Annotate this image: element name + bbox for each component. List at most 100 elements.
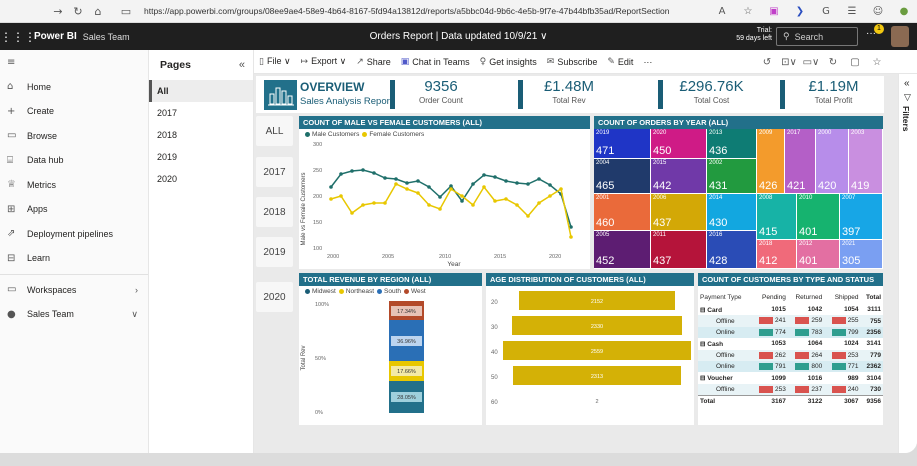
page-tab-all[interactable]: All bbox=[149, 80, 253, 102]
treemap-cell[interactable]: 2021 305 bbox=[840, 240, 882, 268]
report-nav-2018[interactable]: 2018 bbox=[256, 197, 293, 227]
treemap-cell[interactable]: 2012 401 bbox=[797, 240, 839, 268]
row-label[interactable]: ⊟ Voucher bbox=[698, 372, 752, 383]
treemap-cell[interactable]: 2019 471 bbox=[594, 129, 650, 158]
reset-icon[interactable]: ↺ bbox=[756, 57, 778, 68]
file-menu[interactable]: ▯ File ∨ bbox=[259, 56, 291, 67]
favorite-icon[interactable]: ☆ bbox=[735, 6, 761, 17]
app-launcher-icon[interactable]: ⋮⋮⋮ bbox=[0, 30, 36, 44]
subscribe-button[interactable]: ✉ Subscribe bbox=[547, 57, 598, 67]
column-header[interactable]: Returned bbox=[788, 290, 824, 304]
favorite-icon[interactable]: ☆ bbox=[866, 57, 888, 68]
refresh-icon[interactable]: ↻ bbox=[822, 57, 844, 68]
more-options-button[interactable]: ··· bbox=[643, 57, 652, 67]
nav-item-apps[interactable]: ⊞ Apps bbox=[0, 197, 148, 222]
table-row[interactable]: Offline 253 237 240 730 bbox=[698, 383, 883, 396]
treemap-cell[interactable]: 2008 415 bbox=[757, 194, 796, 239]
orders-by-year-treemap[interactable]: COUNT OF ORDERS BY YEAR (ALL) 2019 471 202… bbox=[594, 116, 883, 269]
treemap-cell[interactable]: 2016 428 bbox=[707, 231, 756, 268]
treemap-cell[interactable]: 2011 437 bbox=[651, 231, 706, 268]
treemap-cell[interactable]: 2000 420 bbox=[816, 129, 848, 193]
treemap-cell[interactable]: 2018 412 bbox=[757, 240, 796, 268]
page-tab-2020[interactable]: 2020 bbox=[149, 168, 253, 190]
table-row[interactable]: Offline 241 259 255 755 bbox=[698, 315, 883, 327]
nav-item-data-hub[interactable]: ⌸ Data hub bbox=[0, 148, 148, 173]
nav-item-metrics[interactable]: ♕ Metrics bbox=[0, 173, 148, 198]
comment-icon[interactable]: ▢ bbox=[844, 57, 866, 68]
back-icon[interactable]: → bbox=[48, 5, 68, 18]
treemap-cell[interactable]: 2004 465 bbox=[594, 159, 650, 193]
avatar[interactable] bbox=[891, 26, 909, 47]
address-bar[interactable]: https://app.powerbi.com/groups/08ee9ae4-… bbox=[144, 6, 704, 16]
row-label[interactable]: ⊟ Cash bbox=[698, 338, 752, 349]
column-header[interactable]: Payment Type bbox=[698, 290, 752, 304]
gender-line-chart[interactable]: COUNT OF MALE VS FEMALE CUSTOMERS (ALL) … bbox=[299, 116, 590, 269]
treemap-cell[interactable]: 2001 460 bbox=[594, 194, 650, 230]
nav-item-sales-team[interactable]: ● Sales Team ∨ bbox=[0, 302, 148, 327]
table-row[interactable]: Total 3167 3122 3067 9356 bbox=[698, 395, 883, 407]
revenue-by-region-chart[interactable]: TOTAL REVENUE BY REGION (ALL) Midwest No… bbox=[299, 273, 482, 425]
nav-item-workspaces[interactable]: ▭ Workspaces › bbox=[0, 278, 148, 303]
treemap-cell[interactable]: 2006 437 bbox=[651, 194, 706, 230]
get-insights-button[interactable]: ♀ Get insights bbox=[480, 57, 537, 67]
row-label[interactable]: ⊟ Card bbox=[698, 304, 752, 315]
bookmark-icon[interactable]: ⊡∨ bbox=[778, 57, 800, 68]
treemap-cell[interactable]: 2007 397 bbox=[840, 194, 882, 239]
table-row[interactable]: Offline 262 264 253 779 bbox=[698, 349, 883, 361]
treemap-cell[interactable]: 2003 419 bbox=[849, 129, 882, 193]
brand-name[interactable]: Power BI bbox=[34, 31, 77, 42]
export-menu[interactable]: ↦ Export ∨ bbox=[301, 56, 347, 67]
treemap-cell[interactable]: 2010 401 bbox=[797, 194, 839, 239]
chat-in-teams-button[interactable]: ▣ Chat in Teams bbox=[401, 57, 470, 67]
extension-icon[interactable]: ▣ bbox=[761, 6, 787, 17]
refresh-icon[interactable]: ↻ bbox=[68, 5, 88, 18]
column-header[interactable]: Pending bbox=[752, 290, 788, 304]
share-button[interactable]: ↗ Share bbox=[356, 57, 391, 67]
home-icon[interactable]: ⌂ bbox=[88, 5, 108, 18]
treemap-cell[interactable]: 2005 452 bbox=[594, 231, 650, 268]
treemap-cell[interactable]: 2014 430 bbox=[707, 194, 756, 230]
table-row[interactable]: ⊟ Cash 1053 1064 1024 3141 bbox=[698, 338, 883, 350]
table-row[interactable]: ⊟ Card 1015 1042 1054 3111 bbox=[698, 304, 883, 316]
nav-item-learn[interactable]: ⊟ Learn bbox=[0, 246, 148, 271]
search-input[interactable]: ⚲ Search bbox=[776, 27, 858, 46]
extension-icon[interactable]: G bbox=[813, 6, 839, 17]
filters-pane[interactable]: « ▽ Filters bbox=[898, 74, 917, 453]
treemap-cell[interactable]: 2017 421 bbox=[785, 129, 815, 193]
edit-button[interactable]: ✎ Edit bbox=[607, 57, 633, 67]
treemap-cell[interactable]: 2009 426 bbox=[757, 129, 784, 193]
notification-badge[interactable]: 1 bbox=[874, 24, 884, 34]
nav-item-browse[interactable]: ▭ Browse bbox=[0, 124, 148, 149]
page-tab-2017[interactable]: 2017 bbox=[149, 102, 253, 124]
nav-menu-toggle[interactable]: ≡ bbox=[0, 50, 148, 75]
view-icon[interactable]: ▭∨ bbox=[800, 57, 822, 68]
treemap-cell[interactable]: 2020 450 bbox=[651, 129, 706, 158]
table-row[interactable]: Online 791 800 771 2362 bbox=[698, 360, 883, 373]
page-tab-2018[interactable]: 2018 bbox=[149, 124, 253, 146]
extension-icon[interactable]: ❯ bbox=[787, 6, 813, 17]
report-nav-all[interactable]: ALL bbox=[256, 116, 293, 146]
age-distribution-chart[interactable]: AGE DISTRIBUTION OF CUSTOMERS (ALL) 20 3… bbox=[486, 273, 694, 425]
page-tab-2019[interactable]: 2019 bbox=[149, 146, 253, 168]
column-header[interactable]: Shipped bbox=[824, 290, 860, 304]
treemap-cell[interactable]: 2002 431 bbox=[707, 159, 756, 193]
treemap-cell[interactable]: 2013 436 bbox=[707, 129, 756, 158]
profile-icon[interactable]: ☺ bbox=[865, 6, 891, 17]
nav-item-deployment-pipelines[interactable]: ⇗ Deployment pipelines bbox=[0, 222, 148, 247]
expand-filters-icon[interactable]: « bbox=[904, 78, 910, 89]
nav-item-home[interactable]: ⌂ Home bbox=[0, 75, 148, 100]
column-header[interactable]: Total bbox=[861, 290, 883, 304]
report-nav-2020[interactable]: 2020 bbox=[256, 282, 293, 312]
customers-matrix[interactable]: COUNT OF CUSTOMERS BY TYPE AND STATUS Pa… bbox=[698, 273, 883, 425]
collapse-pane-icon[interactable]: « bbox=[239, 59, 245, 71]
treemap-cell[interactable]: 2015 442 bbox=[651, 159, 706, 193]
report-nav-2017[interactable]: 2017 bbox=[256, 157, 293, 187]
collections-icon[interactable]: ☰ bbox=[839, 6, 865, 17]
table-row[interactable]: Online 774 783 799 2356 bbox=[698, 326, 883, 339]
report-nav-2019[interactable]: 2019 bbox=[256, 237, 293, 267]
extension-icon[interactable]: ● bbox=[891, 6, 917, 17]
read-aloud-icon[interactable]: A bbox=[709, 6, 735, 17]
table-row[interactable]: ⊟ Voucher 1099 1016 989 3104 bbox=[698, 372, 883, 384]
workspace-name[interactable]: Sales Team bbox=[83, 32, 130, 42]
nav-item-create[interactable]: + Create bbox=[0, 99, 148, 124]
